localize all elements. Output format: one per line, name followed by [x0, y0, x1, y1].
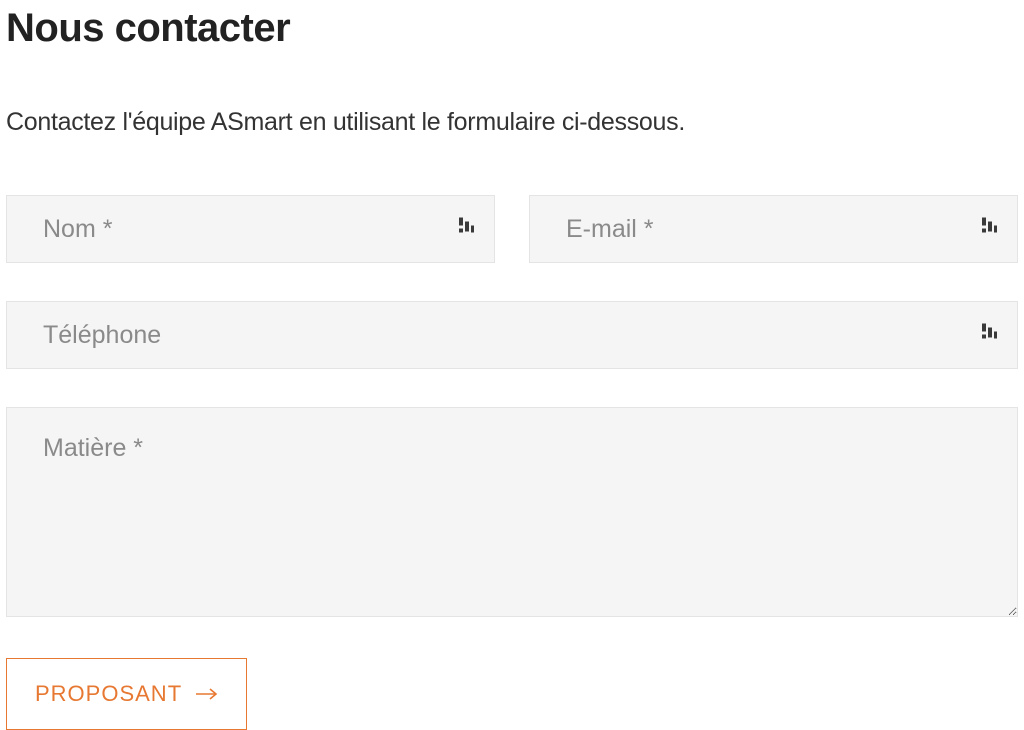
submit-button-label: PROPOSANT — [35, 681, 182, 707]
email-input[interactable] — [529, 195, 1018, 263]
form-row-2 — [6, 301, 1018, 369]
form-row-3 — [6, 407, 1018, 622]
email-field-wrapper — [529, 195, 1018, 263]
submit-button[interactable]: PROPOSANT — [6, 658, 247, 730]
page-title: Nous contacter — [6, 6, 1018, 50]
arrow-right-icon — [196, 688, 218, 700]
page-subtitle: Contactez l'équipe ASmart en utilisant l… — [6, 108, 1018, 137]
name-field-wrapper — [6, 195, 495, 263]
name-input[interactable] — [6, 195, 495, 263]
phone-field-wrapper — [6, 301, 1018, 369]
phone-input[interactable] — [6, 301, 1018, 369]
subject-textarea[interactable] — [6, 407, 1018, 617]
form-row-1 — [6, 195, 1018, 263]
subject-field-wrapper — [6, 407, 1018, 622]
